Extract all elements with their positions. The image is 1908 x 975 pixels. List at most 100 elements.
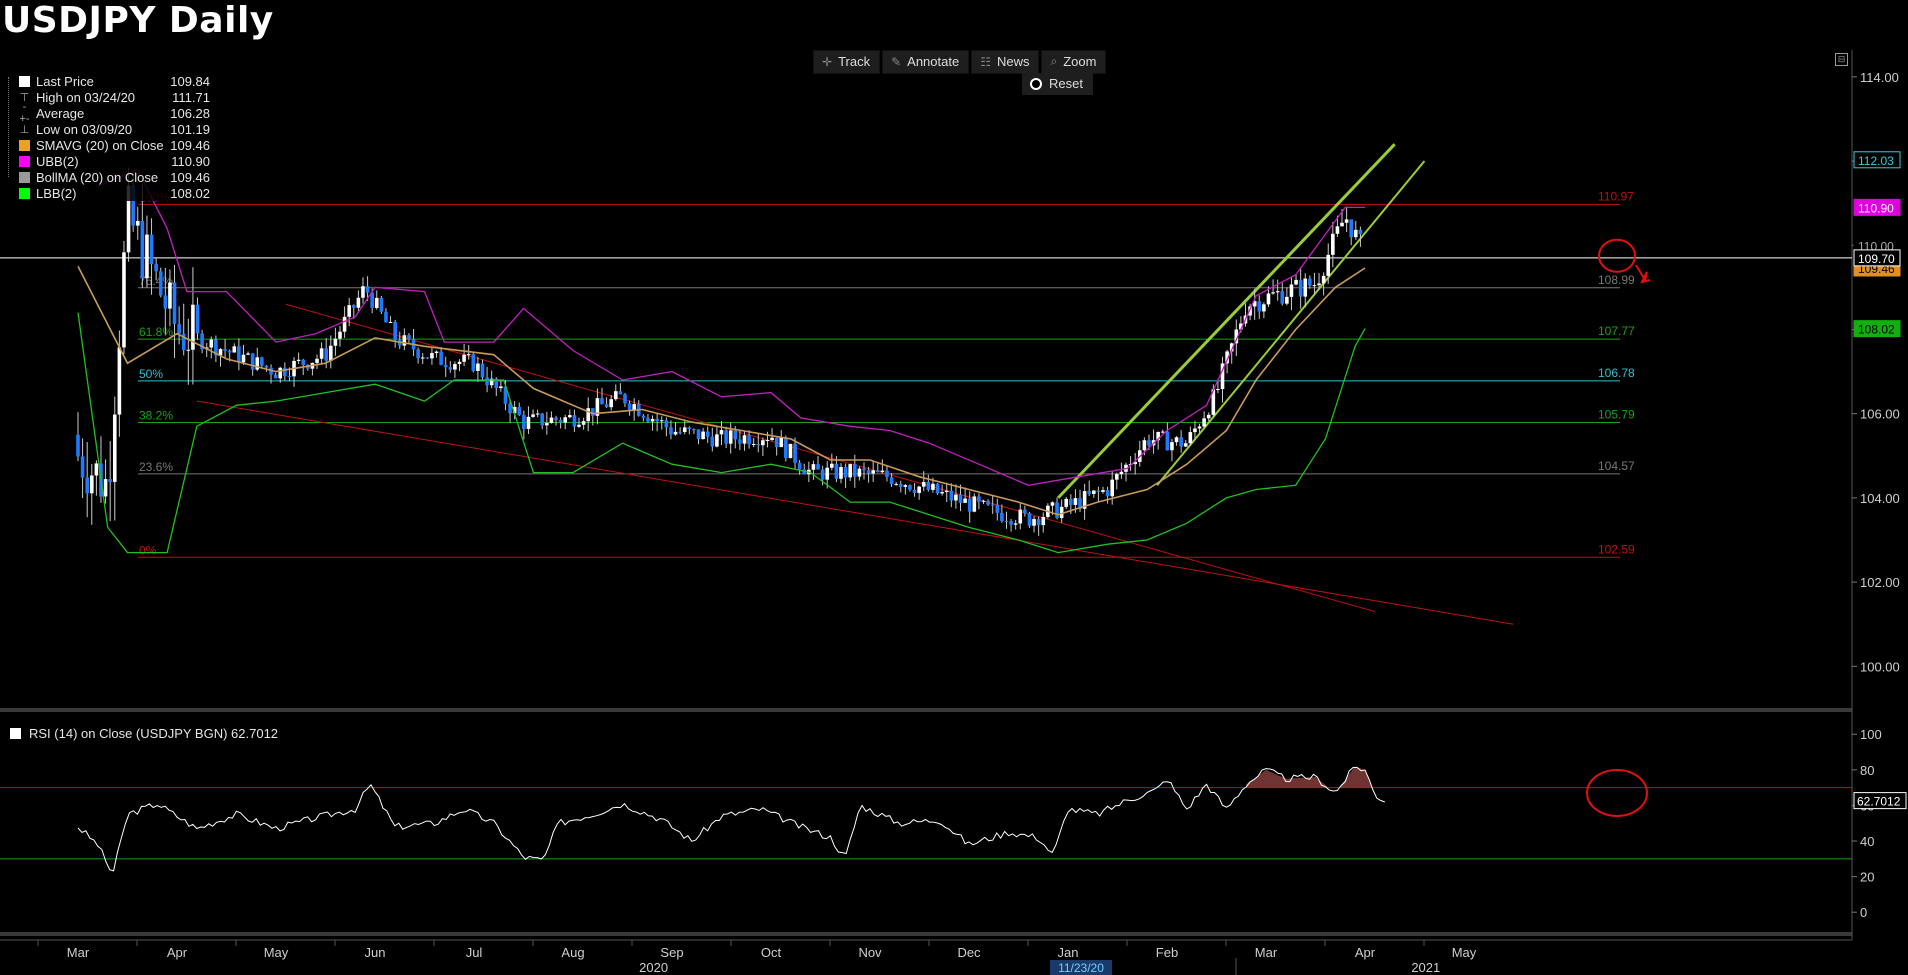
crosshair-icon: ✛ xyxy=(822,54,833,69)
candle-body xyxy=(784,437,788,459)
candle-body xyxy=(669,427,673,435)
candle-body xyxy=(209,339,214,348)
annotation-arrow xyxy=(1635,264,1651,284)
candle-body xyxy=(420,357,425,359)
candle-body xyxy=(1018,509,1023,524)
year-label: 2021 xyxy=(1411,960,1440,975)
annotation-circle xyxy=(1598,238,1636,273)
candle-body xyxy=(103,479,108,497)
candle-body xyxy=(558,420,563,423)
fib-value-label: 105.79 xyxy=(1598,408,1635,422)
legend-row-ubb[interactable]: UBB(2) 110.90 xyxy=(2,153,214,169)
candle-body xyxy=(89,475,94,494)
panel-options-icon[interactable]: ⊟ xyxy=(1835,53,1848,66)
candle-body xyxy=(678,431,682,433)
candle-body xyxy=(407,335,411,340)
rsi-legend-swatch xyxy=(10,728,21,739)
candle-body xyxy=(673,431,678,435)
legend-row-high[interactable]: ⊤ High on 03/24/20 111.71 xyxy=(2,89,214,105)
candle-body xyxy=(250,353,255,370)
candle-body xyxy=(1216,388,1220,390)
track-button[interactable]: ✛ Track xyxy=(813,50,881,74)
candle-body xyxy=(1041,516,1046,526)
legend-label: Low on 03/09/20 xyxy=(36,121,133,137)
track-label: Track xyxy=(838,54,871,69)
month-label: Sep xyxy=(660,945,683,960)
candle-body xyxy=(168,282,172,309)
candle-body xyxy=(977,496,981,502)
candle-body xyxy=(572,415,577,427)
news-button[interactable]: ☷ News xyxy=(971,50,1040,74)
candle-body xyxy=(388,321,393,323)
candle-body xyxy=(260,357,264,366)
candle-body xyxy=(857,468,862,477)
legend-row-last-price[interactable]: Last Price 109.84 xyxy=(2,73,214,89)
rsi-tick-label: 100 xyxy=(1860,727,1882,742)
candle-body xyxy=(682,427,687,432)
legend-value: 108.02 xyxy=(170,185,210,201)
candle-body xyxy=(1197,426,1202,429)
candle-body xyxy=(889,477,894,485)
month-label: May xyxy=(264,945,289,960)
candle-body xyxy=(935,483,940,494)
candle-body xyxy=(1285,296,1289,304)
annotate-button[interactable]: ✎ Annotate xyxy=(882,50,970,74)
candle-body xyxy=(1349,219,1354,238)
candle-body xyxy=(1202,418,1206,427)
candle-body xyxy=(158,271,163,296)
candle-body xyxy=(843,467,848,478)
candle-body xyxy=(659,420,664,422)
candle-body xyxy=(1266,293,1271,305)
candle-body xyxy=(981,500,986,502)
legend-row-lbb[interactable]: LBB(2) 108.02 xyxy=(2,185,214,201)
candle-body xyxy=(563,417,568,423)
month-label: Aug xyxy=(561,945,584,960)
candle-body xyxy=(581,421,586,425)
month-label: Nov xyxy=(858,945,882,960)
candle-body xyxy=(94,463,99,476)
rsi-line xyxy=(77,767,1385,872)
candle-body xyxy=(361,286,365,298)
legend-row-smavg[interactable]: SMAVG (20) on Close 109.46 xyxy=(2,137,214,153)
candle-body xyxy=(609,399,613,408)
candle-body xyxy=(1280,291,1285,304)
candle-body xyxy=(931,483,935,490)
candle-body xyxy=(430,353,434,359)
legend-row-low[interactable]: ⊥ Low on 03/09/20 101.19 xyxy=(2,121,214,137)
zoom-button[interactable]: ⌕ Zoom xyxy=(1041,50,1107,74)
pencil-icon: ✎ xyxy=(891,54,902,69)
legend-row-bollma[interactable]: BollMA (20) on Close 109.46 xyxy=(2,169,214,185)
candle-body xyxy=(223,349,227,351)
candle-body xyxy=(696,429,701,440)
legend-row-average[interactable]: -+- Average 106.28 xyxy=(2,101,214,125)
candle-body xyxy=(149,234,154,265)
candle-body xyxy=(816,464,820,470)
legend-label: UBB(2) xyxy=(36,153,79,169)
candle-body xyxy=(273,374,278,379)
candle-body xyxy=(1023,509,1027,514)
month-label: Mar xyxy=(1255,945,1278,960)
reset-button[interactable]: Reset xyxy=(1022,73,1093,95)
low-marker-icon: ⊥ xyxy=(19,123,30,136)
candle-body xyxy=(365,286,370,293)
candle-body xyxy=(1073,498,1078,505)
candle-body xyxy=(195,304,200,334)
candle-body xyxy=(701,431,705,440)
candle-body xyxy=(738,439,742,444)
average-marker-icon: -+- xyxy=(19,101,30,125)
candle-body xyxy=(926,481,931,490)
candle-body xyxy=(545,423,549,426)
legend-value: 101.19 xyxy=(170,121,210,137)
candle-body xyxy=(1027,513,1032,526)
rsi-annotation-circle xyxy=(1586,768,1648,817)
candle-body xyxy=(1004,520,1009,522)
candle-body xyxy=(476,363,480,371)
candle-body xyxy=(995,504,1000,513)
annotate-label: Annotate xyxy=(907,54,960,69)
chart-canvas[interactable]: 100.00102.00104.00106.00108.00110.00112.… xyxy=(0,0,1908,975)
candle-body xyxy=(1114,474,1119,480)
rsi-legend[interactable]: RSI (14) on Close (USDJPY BGN) 62.7012 xyxy=(10,726,278,741)
candle-body xyxy=(618,391,623,395)
candle-body xyxy=(535,413,540,415)
fib-pct-label: 23.6% xyxy=(139,460,173,474)
